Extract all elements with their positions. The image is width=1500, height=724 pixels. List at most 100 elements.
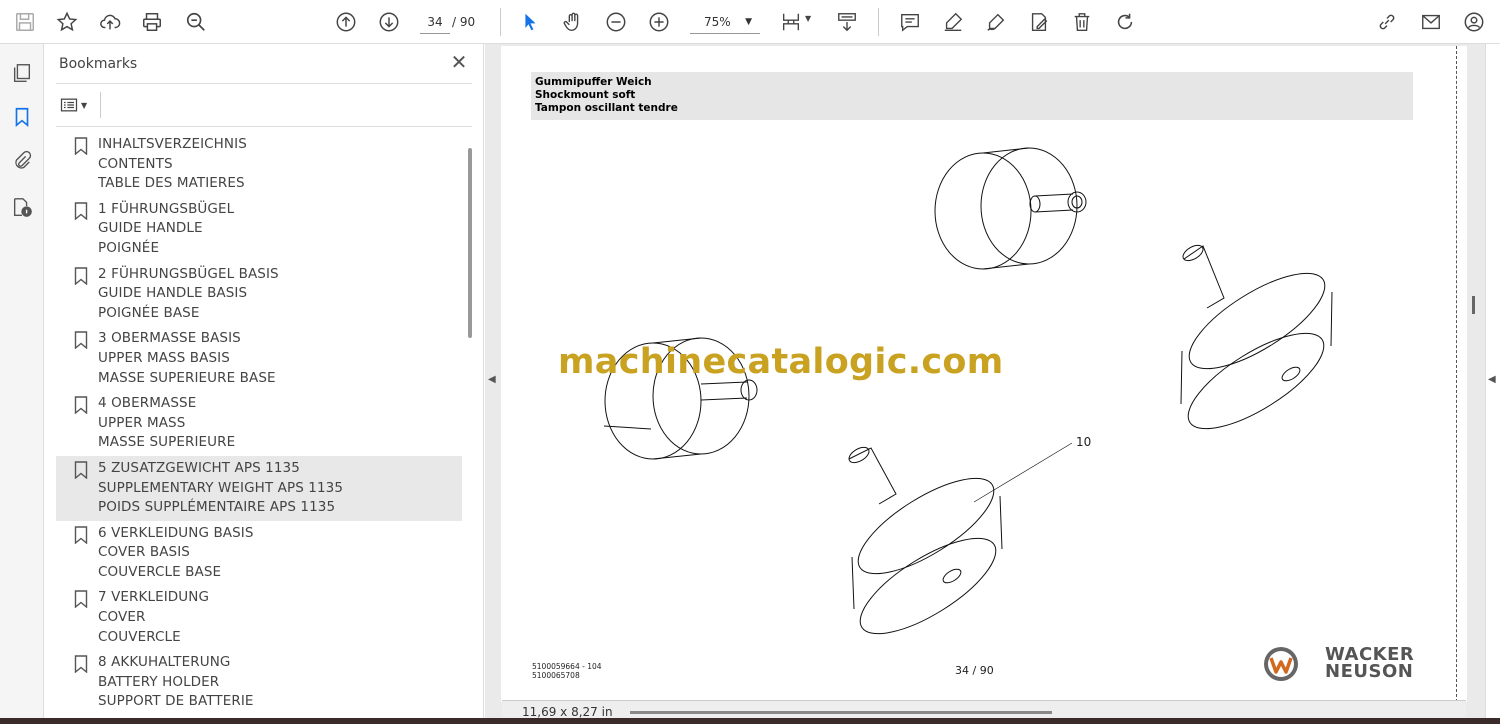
bookmark-item[interactable]: 5 ZUSATZGEWICHT APS 1135 SUPPLEMENTARY WE… — [56, 455, 462, 521]
attachment-icon[interactable] — [9, 148, 35, 174]
divider — [100, 92, 101, 118]
bookmark-item[interactable]: 1 FÜHRUNGSBÜGEL GUIDE HANDLE POIGNÉE — [56, 197, 462, 262]
callout-number: 10 — [1076, 435, 1092, 449]
brand-name: NEUSON — [1325, 661, 1414, 682]
bookmark-label: POIGNÉE BASE — [98, 304, 200, 321]
zoom-dropdown[interactable]: 75% ▼ — [690, 10, 760, 34]
document-scrollbar[interactable] — [1472, 296, 1475, 314]
zoom-in-icon[interactable] — [646, 9, 672, 35]
bookmark-icon — [74, 266, 88, 285]
document-info-icon[interactable] — [9, 194, 35, 220]
bookmark-label: UPPER MASS BASIS — [98, 349, 230, 366]
part-number: 5100065708 — [532, 671, 580, 680]
close-icon[interactable]: ✕ — [449, 52, 469, 72]
zoom-out-icon[interactable] — [603, 9, 629, 35]
bookmark-icon — [74, 590, 88, 609]
window-bottom-edge — [0, 718, 1500, 724]
bookmark-label: COUVERCLE BASE — [98, 563, 222, 580]
page-thumbnails-icon[interactable] — [9, 60, 35, 86]
toolbar-divider — [500, 8, 501, 36]
bookmark-label: INHALTSVERZEICHNIS — [98, 136, 247, 152]
page-number-input[interactable]: 34 — [420, 10, 450, 34]
toolbar-divider — [878, 8, 879, 36]
bookmark-label: 7 VERKLEIDUNG — [98, 589, 210, 606]
bookmark-label: TABLE DES MATIERES — [98, 175, 245, 192]
scroll-mode-icon[interactable] — [834, 9, 860, 35]
bookmark-icon — [74, 525, 88, 544]
chevron-down-icon: ▼ — [745, 17, 752, 27]
bookmark-label: MASSE SUPERIEURE BASE — [98, 369, 276, 386]
bookmark-label: MASSE SUPERIEURE — [98, 434, 236, 451]
bookmark-label: COUVERCLE — [98, 628, 181, 645]
bookmark-label: COVER — [98, 609, 146, 626]
shockmount-drawing-3 — [1180, 244, 1333, 430]
redo-icon[interactable] — [1112, 9, 1138, 35]
bookmark-item[interactable]: 4 OBERMASSE UPPER MASS MASSE SUPERIEURE — [56, 391, 462, 456]
bookmark-item[interactable]: 3 OBERMASSE BASIS UPPER MASS BASIS MASSE S… — [56, 326, 462, 391]
bookmark-icon — [74, 202, 88, 220]
pdf-page: Gummipuffer Weich Shockmount soft Tampon… — [501, 46, 1467, 702]
draw-icon[interactable] — [983, 9, 1009, 35]
shockmount-drawing-4 — [848, 442, 1073, 635]
print-icon[interactable] — [139, 9, 165, 35]
link-sign-icon[interactable] — [1374, 9, 1400, 35]
bookmark-label: POIDS SUPPLÉMENTAIRE APS 1135 — [98, 499, 336, 516]
bookmark-icon — [74, 137, 88, 155]
bookmark-options-button[interactable]: ▼ — [59, 94, 93, 116]
expand-right-panel-arrow[interactable]: ◀ — [1488, 374, 1496, 385]
cloud-upload-icon[interactable] — [97, 9, 123, 35]
save-icon[interactable] — [12, 9, 38, 35]
zoom-value: 75% — [704, 15, 731, 29]
main-toolbar: 34 / 90 75% ▼ ▼ — [0, 0, 1500, 44]
bookmark-icon — [74, 396, 88, 415]
bookmark-label: SUPPORT DE BATTERIE — [98, 693, 254, 710]
mail-icon[interactable] — [1418, 9, 1444, 35]
zoom-search-icon[interactable] — [183, 9, 209, 35]
bookmark-list: INHALTSVERZEICHNIS CONTENTS TABLE DES MATI… — [56, 132, 462, 712]
bookmark-panel-icon[interactable] — [9, 104, 35, 130]
divider — [56, 83, 472, 84]
select-cursor-icon[interactable] — [517, 9, 543, 35]
bookmark-item[interactable]: INHALTSVERZEICHNIS CONTENTS TABLE DES MATI… — [56, 132, 462, 197]
bookmark-label: 4 OBERMASSE — [98, 395, 197, 412]
bookmark-item[interactable]: 8 AKKUHALTERUNG BATTERY HOLDER SUPPORT DE … — [56, 650, 462, 712]
previous-page-icon[interactable] — [333, 9, 359, 35]
list-options-icon — [60, 98, 78, 112]
bookmark-label: GUIDE HANDLE BASIS — [98, 285, 248, 302]
page-size-label: 11,69 x 8,27 in — [522, 705, 613, 719]
bookmark-label: CONTENTS — [98, 155, 173, 172]
bookmark-icon — [74, 461, 88, 479]
watermark-text: machinecatalogic.com — [558, 342, 1004, 382]
divider — [56, 126, 472, 127]
delete-icon[interactable] — [1069, 9, 1095, 35]
bookmark-item[interactable]: 6 VERKLEIDUNG BASIS COVER BASIS COUVERCLE … — [56, 521, 462, 586]
horizontal-scrollbar[interactable] — [630, 711, 1052, 714]
page-fit-icon[interactable] — [778, 9, 804, 35]
hand-tool-icon[interactable] — [560, 9, 586, 35]
bookmark-item[interactable]: 2 FÜHRUNGSBÜGEL BASIS GUIDE HANDLE BASIS P… — [56, 262, 462, 327]
fill-sign-icon[interactable] — [1026, 9, 1052, 35]
collapse-panel-arrow[interactable]: ◀ — [488, 374, 496, 385]
chevron-down-icon[interactable]: ▼ — [805, 14, 811, 23]
bookmark-label: GUIDE HANDLE — [98, 220, 203, 237]
highlight-pen-icon[interactable] — [940, 9, 966, 35]
star-icon[interactable] — [54, 9, 80, 35]
bookmark-item[interactable]: 7 VERKLEIDUNG COVER COUVERCLE — [56, 585, 462, 650]
bookmark-label: SUPPLEMENTARY WEIGHT APS 1135 — [98, 479, 344, 496]
bookmarks-panel: Bookmarks ✕ ▼ INHALTSVERZEICHNIS CONTENTS… — [44, 44, 484, 724]
bookmark-label: 6 VERKLEIDUNG BASIS — [98, 524, 254, 541]
account-icon[interactable] — [1461, 9, 1487, 35]
bookmark-label: 8 AKKUHALTERUNG — [98, 654, 231, 671]
bookmark-label: BATTERY HOLDER — [98, 673, 220, 690]
page-footer-number: 34 / 90 — [955, 664, 994, 677]
bookmarks-title: Bookmarks — [59, 56, 138, 72]
bookmark-label: 3 OBERMASSE BASIS — [98, 330, 241, 347]
next-page-icon[interactable] — [376, 9, 402, 35]
bookmark-label: POIGNÉE — [98, 239, 160, 256]
bookmark-icon — [74, 655, 88, 674]
wacker-neuson-logo — [1264, 647, 1298, 681]
chevron-down-icon: ▼ — [81, 100, 88, 110]
bookmark-scrollbar[interactable] — [468, 148, 472, 338]
comment-icon[interactable] — [897, 9, 923, 35]
bookmark-label: COVER BASIS — [98, 544, 190, 561]
